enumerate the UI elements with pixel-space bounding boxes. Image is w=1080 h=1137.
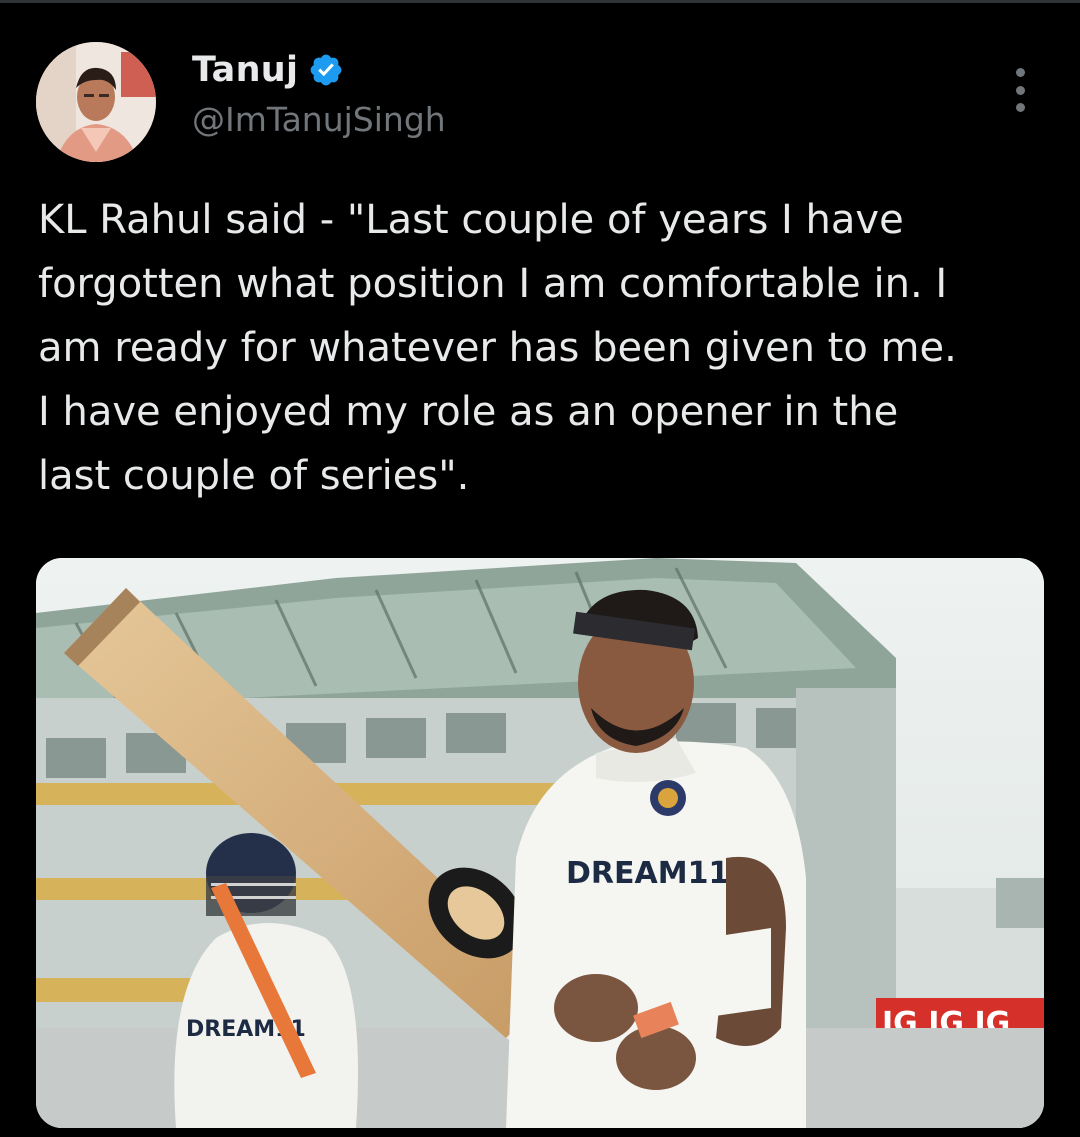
top-divider	[0, 0, 1080, 3]
more-dot-icon	[1015, 85, 1025, 95]
more-dot-icon	[1015, 68, 1025, 77]
author-handle[interactable]: @ImTanujSingh	[192, 100, 446, 139]
tweet-text: KL Rahul said - "Last couple of years I …	[38, 197, 957, 499]
author-name[interactable]: Tanuj	[192, 50, 298, 90]
tweet-media-image[interactable]: IG IG IG DREAM11 DREAM11	[36, 558, 1044, 1128]
jersey-sponsor-main: DREAM11	[566, 856, 729, 891]
author-avatar[interactable]	[36, 42, 156, 162]
cricketer-photo-icon: IG IG IG DREAM11 DREAM11	[36, 558, 1044, 1128]
avatar-photo-icon	[36, 42, 156, 162]
more-dot-icon	[1015, 103, 1025, 112]
verified-badge-icon	[310, 54, 342, 86]
more-options-button[interactable]	[1002, 62, 1038, 118]
